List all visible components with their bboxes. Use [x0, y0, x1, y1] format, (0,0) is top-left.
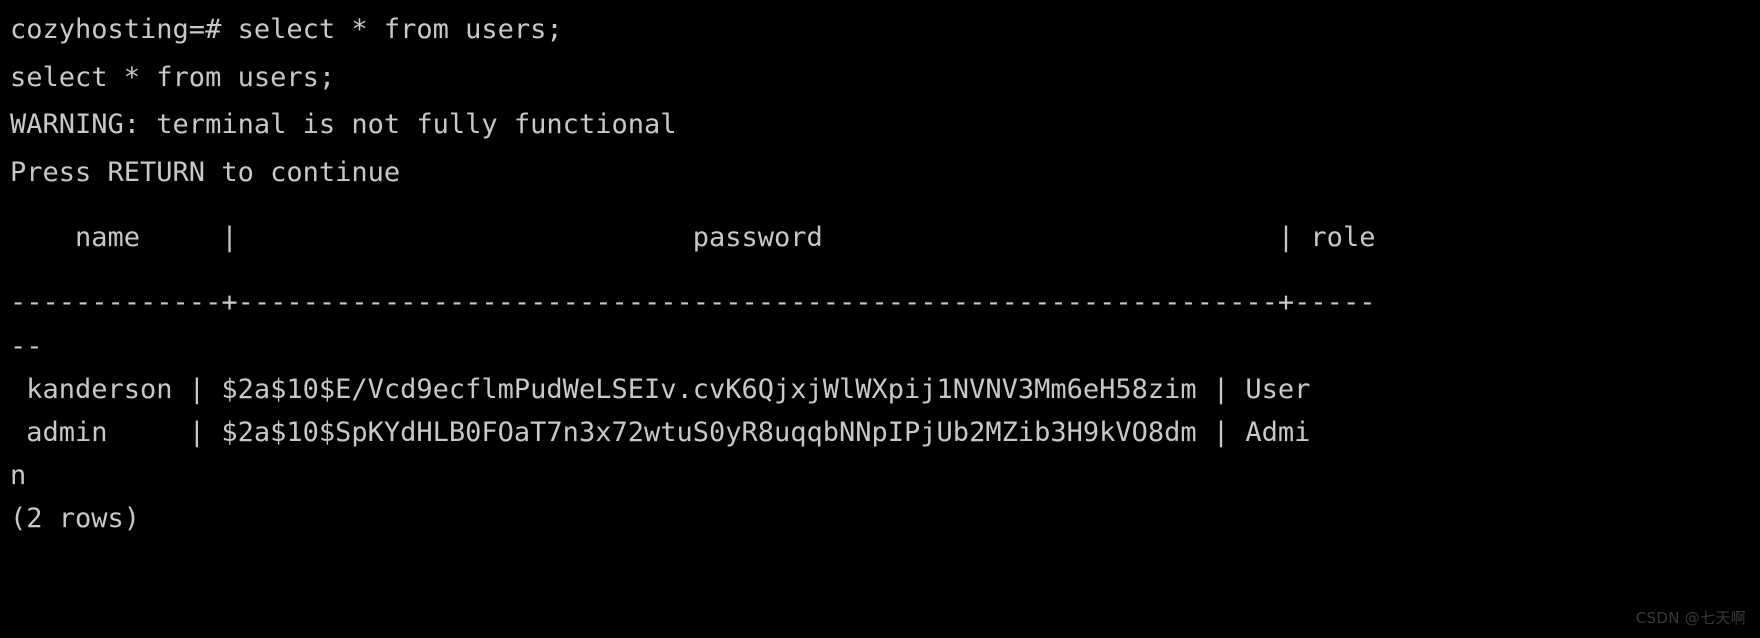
table-separator-row: -------------+--------------------------… — [10, 287, 1376, 318]
prompt-command-line: cozyhosting=# select * from users; — [10, 14, 563, 45]
csdn-watermark: CSDN @七天啊 — [1635, 609, 1746, 627]
table-row: admin | $2a$10$SpKYdHLB0FOaT7n3x72wtuS0y… — [10, 417, 1311, 448]
table-row-wrap: n — [10, 460, 27, 491]
terminal-window[interactable]: cozyhosting=# select * from users; selec… — [0, 0, 1760, 638]
table-row: kanderson | $2a$10$E/Vcd9ecflmPudWeLSEIv… — [10, 374, 1311, 405]
warning-message-line: WARNING: terminal is not fully functiona… — [10, 109, 677, 140]
press-return-prompt-line: Press RETURN to continue — [10, 156, 401, 188]
table-separator-wrap: -- — [10, 331, 43, 362]
echoed-command-line: select * from users; — [10, 61, 336, 93]
table-header-row: name | password | role — [10, 222, 1376, 253]
row-count-line: (2 rows) — [10, 503, 141, 534]
